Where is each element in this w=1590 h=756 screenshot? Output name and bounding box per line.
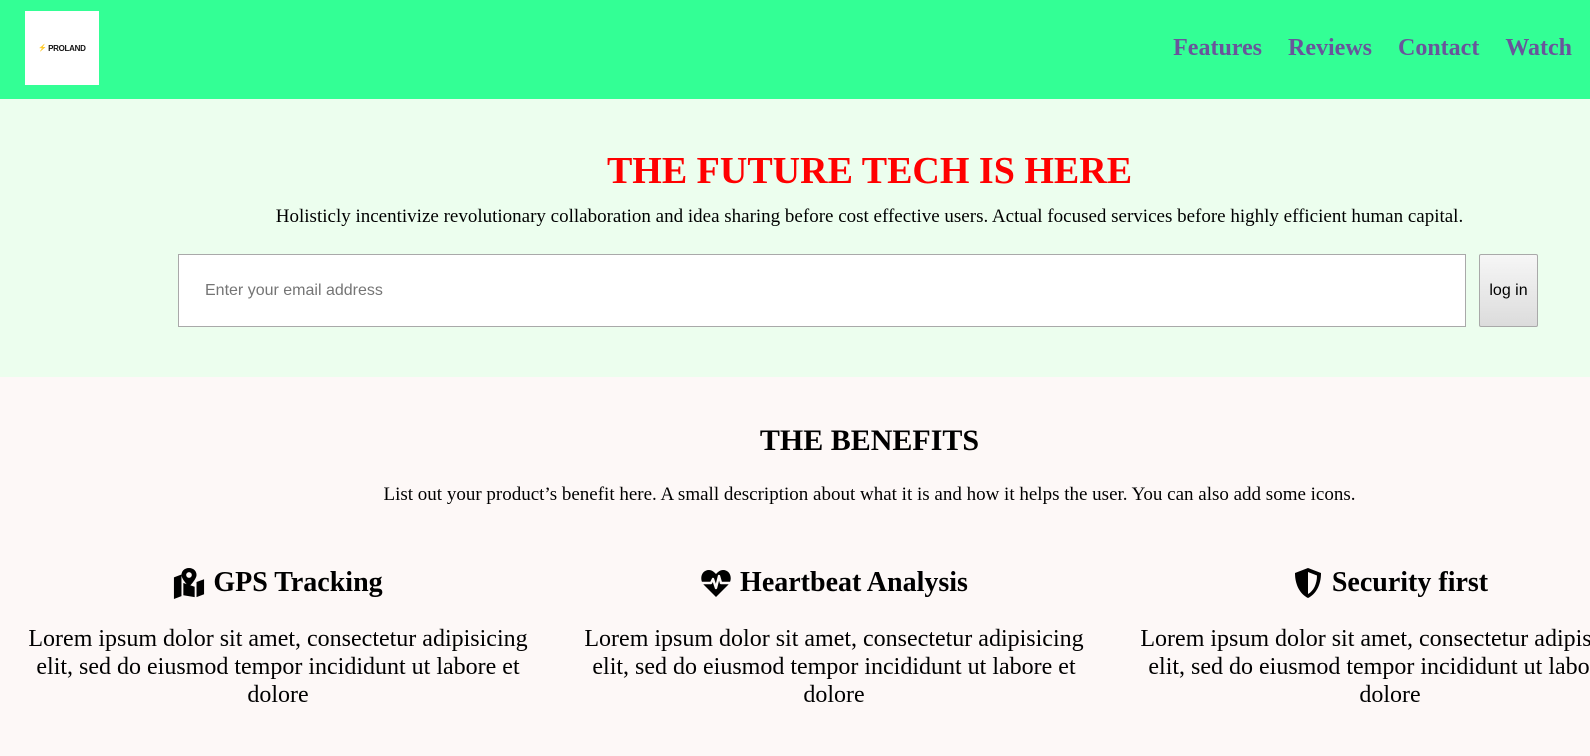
nav-link-features[interactable]: Features: [1173, 30, 1262, 66]
nav-link-contact[interactable]: Contact: [1398, 30, 1479, 66]
main-nav: Features Reviews Contact Watch: [1147, 30, 1572, 66]
benefit-text: Lorem ipsum dolor sit amet, consectetur …: [584, 626, 1084, 708]
logo[interactable]: ⚡ PROLAND: [25, 11, 99, 85]
nav-link-reviews[interactable]: Reviews: [1288, 30, 1372, 66]
hero-subtitle: Holisticly incentivize revolutionary col…: [275, 206, 1464, 227]
benefit-card-gps: GPS Tracking Lorem ipsum dolor sit amet,…: [0, 564, 556, 709]
benefit-title-text: GPS Tracking: [213, 567, 383, 598]
benefit-card-security: Security first Lorem ipsum dolor sit ame…: [1112, 564, 1590, 709]
benefit-card-heartbeat: Heartbeat Analysis Lorem ipsum dolor sit…: [556, 564, 1112, 709]
login-button[interactable]: log in: [1479, 254, 1538, 327]
benefit-title-text: Security first: [1331, 567, 1489, 598]
bolt-icon: ⚡: [38, 44, 48, 52]
nav-link-watch[interactable]: Watch: [1505, 30, 1572, 66]
benefit-title-text: Heartbeat Analysis: [740, 567, 968, 598]
map-marker-icon: [174, 567, 205, 599]
heartbeat-icon: [700, 570, 732, 597]
benefits-title: THE BENEFITS: [759, 424, 980, 457]
shield-icon: [1294, 568, 1321, 598]
benefit-text: Lorem ipsum dolor sit amet, consectetur …: [28, 626, 528, 708]
benefit-title: GPS Tracking: [0, 564, 556, 602]
logo-text: PROLAND: [48, 43, 86, 53]
email-input[interactable]: [178, 254, 1466, 327]
benefits-description: List out your product’s benefit here. A …: [383, 484, 1356, 505]
benefit-title: Security first: [1112, 564, 1590, 602]
benefit-text: Lorem ipsum dolor sit amet, consectetur …: [1140, 626, 1590, 708]
hero-section: THE FUTURE TECH IS HERE Holisticly incen…: [0, 99, 1590, 377]
site-header: ⚡ PROLAND Features Reviews Contact Watch: [0, 0, 1590, 99]
hero-title: THE FUTURE TECH IS HERE: [606, 150, 1133, 192]
benefit-title: Heartbeat Analysis: [556, 564, 1112, 602]
